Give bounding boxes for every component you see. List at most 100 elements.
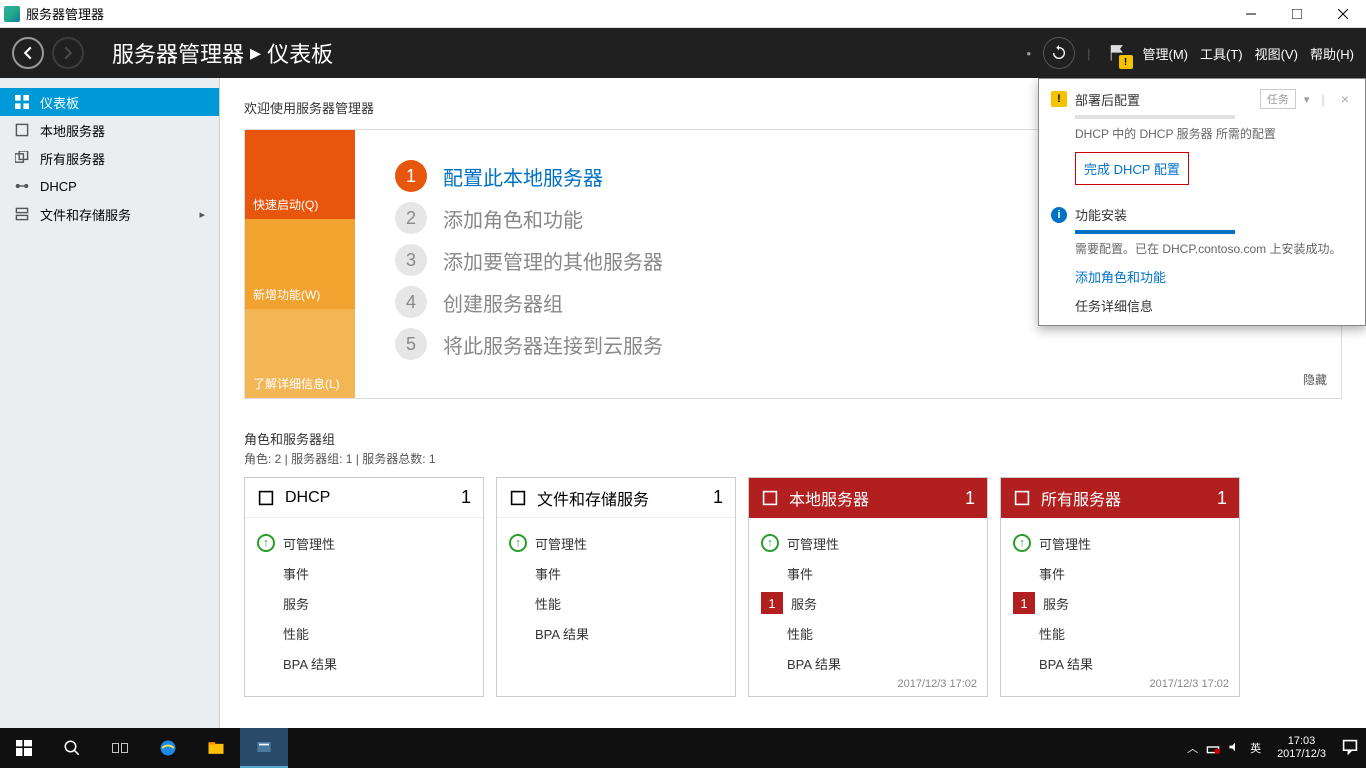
step-label: 添加要管理的其他服务器 [443,246,663,275]
groups-subtitle: 角色: 2 | 服务器组: 1 | 服务器总数: 1 [244,450,1342,467]
app-header: 服务器管理器 ▸ 仪表板 • | ! 管理(M) 工具(T) 视图(V) 帮助(… [0,28,1366,78]
refresh-button[interactable] [1043,37,1075,69]
tile-row-services[interactable]: 1服务 [1013,588,1227,618]
tile-row-performance[interactable]: 性能 [257,618,471,648]
notification-close-icon[interactable]: × [1337,91,1353,107]
tile-row-bpa[interactable]: BPA 结果 [1013,648,1227,678]
window-title: 服务器管理器 [26,4,104,23]
taskbar-server-manager-icon[interactable] [240,728,288,768]
nav-back-button[interactable] [12,37,44,69]
tile-row-bpa[interactable]: BPA 结果 [257,648,471,678]
dhcp-icon [14,178,30,194]
menu-view[interactable]: 视图(V) [1255,44,1298,63]
tile-row-bpa[interactable]: BPA 结果 [509,618,723,648]
sidebar-item-dashboard[interactable]: 仪表板 [0,88,219,116]
notification-popup: ! 部署后配置 任务 ▾ | × DHCP 中的 DHCP 服务器 所需的配置 … [1038,78,1366,326]
tile-row-bpa[interactable]: BPA 结果 [761,648,975,678]
add-roles-link[interactable]: 添加角色和功能 [1075,267,1353,286]
breadcrumb-root[interactable]: 服务器管理器 [112,37,244,69]
sidebar-item-label: 仪表板 [40,93,79,112]
task-details-link[interactable]: 任务详细信息 [1075,296,1353,315]
notifications-flag-icon[interactable]: ! [1103,39,1131,67]
clock-time: 17:03 [1277,735,1326,748]
tile-row-events[interactable]: 事件 [761,558,975,588]
tray-network-icon[interactable] [1206,740,1220,757]
maximize-button[interactable] [1274,0,1320,28]
tray-chevron-icon[interactable]: ︿ [1187,740,1198,756]
menu-tools[interactable]: 工具(T) [1200,44,1243,63]
minimize-button[interactable] [1228,0,1274,28]
taskbar-explorer-icon[interactable] [192,728,240,768]
tile-header: 所有服务器1 [1001,478,1239,518]
step-label: 将此服务器连接到云服务 [443,330,663,359]
header-dropdown-icon[interactable]: • [1027,46,1032,61]
welcome-tab-learnmore[interactable]: 了解详细信息(L) [245,309,355,398]
welcome-tab-quickstart[interactable]: 快速启动(Q) [245,130,355,219]
tile-row-events[interactable]: 事件 [509,558,723,588]
tile-row-manageability[interactable]: ↑可管理性 [509,528,723,558]
menu-help[interactable]: 帮助(H) [1310,44,1354,63]
sidebar-item-label: DHCP [40,179,77,194]
complete-dhcp-config-link[interactable]: 完成 DHCP 配置 [1075,152,1189,185]
tile-row-services[interactable]: 1服务 [761,588,975,618]
close-button[interactable] [1320,0,1366,28]
tile-row-manageability[interactable]: ↑可管理性 [1013,528,1227,558]
nav-forward-button[interactable] [52,37,84,69]
tile-row-performance[interactable]: 性能 [1013,618,1227,648]
step-number-badge: 2 [395,202,427,234]
clock-date: 2017/12/3 [1277,748,1326,761]
tile-row-performance[interactable]: 性能 [509,588,723,618]
tile-count: 1 [461,487,471,508]
notification-title: 部署后配置 [1075,90,1252,109]
notification-desc: DHCP 中的 DHCP 服务器 所需的配置 [1075,125,1353,142]
tile-timestamp: 2017/12/3 17:02 [1149,678,1229,690]
tile-header: DHCP1 [245,478,483,518]
sidebar-item-label: 文件和存储服务 [40,205,131,224]
sidebar-item-all-servers[interactable]: 所有服务器 [0,144,219,172]
search-button[interactable] [48,728,96,768]
role-tile[interactable]: 所有服务器1 ↑可管理性事件1服务性能BPA 结果2017/12/3 17:02 [1000,477,1240,697]
role-tile[interactable]: 文件和存储服务1↑可管理性事件性能BPA 结果 [496,477,736,697]
task-view-button[interactable] [96,728,144,768]
menu-manage[interactable]: 管理(M) [1143,44,1189,63]
tile-row-services[interactable]: 服务 [257,588,471,618]
tile-icon [1013,489,1031,507]
tile-row-manageability[interactable]: ↑可管理性 [257,528,471,558]
start-button[interactable] [0,728,48,768]
taskbar-ie-icon[interactable] [144,728,192,768]
tray-volume-icon[interactable] [1228,740,1242,757]
tile-row-manageability[interactable]: ↑可管理性 [761,528,975,558]
clock[interactable]: 17:03 2017/12/3 [1269,735,1334,761]
tile-row-events[interactable]: 事件 [1013,558,1227,588]
app-icon [4,6,20,22]
progress-bar [1075,230,1235,234]
ime-indicator[interactable]: 英 [1250,740,1261,756]
main-content: 欢迎使用服务器管理器 快速启动(Q) 新增功能(W) 了解详细信息(L) 1配置… [220,78,1366,728]
window-titlebar: 服务器管理器 [0,0,1366,28]
welcome-step-5[interactable]: 5将此服务器连接到云服务 [395,328,1301,360]
error-count-badge: 1 [1013,592,1035,614]
role-tile[interactable]: 本地服务器1↑可管理性事件1服务性能BPA 结果2017/12/3 17:02 [748,477,988,697]
tile-timestamp: 2017/12/3 17:02 [897,678,977,690]
sidebar-item-dhcp[interactable]: DHCP [0,172,219,200]
servers-icon [14,150,30,166]
breadcrumb-page[interactable]: 仪表板 [267,37,333,69]
welcome-tab-whatsnew[interactable]: 新增功能(W) [245,219,355,308]
sidebar-item-local-server[interactable]: 本地服务器 [0,116,219,144]
tile-row-performance[interactable]: 性能 [761,618,975,648]
tasks-dropdown[interactable]: 任务 [1260,89,1296,109]
tile-row-events[interactable]: 事件 [257,558,471,588]
action-center-icon[interactable] [1342,739,1358,758]
tile-icon [257,489,275,507]
notification-item: ! 部署后配置 任务 ▾ | × DHCP 中的 DHCP 服务器 所需的配置 … [1039,79,1365,195]
notification-item: i 功能安装 需要配置。已在 DHCP.contoso.com 上安装成功。 添… [1039,195,1365,325]
sidebar-item-storage[interactable]: 文件和存储服务 [0,200,219,228]
role-tile[interactable]: DHCP1 ↑可管理性事件服务性能BPA 结果 [244,477,484,697]
sidebar-item-label: 所有服务器 [40,149,105,168]
taskbar: ︿ 英 17:03 2017/12/3 [0,728,1366,768]
step-number-badge: 1 [395,160,427,192]
tile-count: 1 [1217,488,1227,509]
hide-link[interactable]: 隐藏 [1303,371,1327,388]
warning-badge-icon: ! [1119,55,1133,69]
tile-icon [509,489,527,507]
